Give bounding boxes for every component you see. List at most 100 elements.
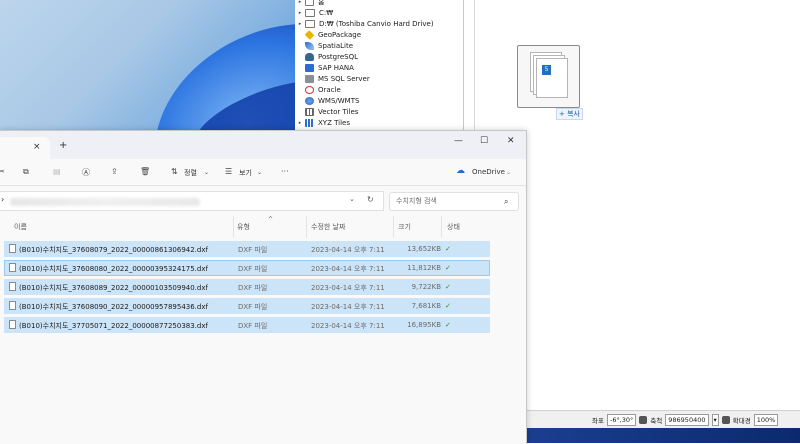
column-header-size[interactable]: 크기	[398, 222, 411, 232]
column-divider[interactable]	[393, 216, 394, 238]
browser-item-label: 홈	[318, 0, 325, 6]
file-row[interactable]: (B010)수치지도_37608090_2022_00000957895436.…	[4, 298, 490, 314]
browser-item-postgresql[interactable]: PostgreSQL	[295, 51, 358, 62]
expand-arrow-icon[interactable]: ▸	[295, 120, 305, 126]
breadcrumb-chevron-icon[interactable]: ›	[1, 195, 4, 204]
spatialite-icon	[305, 41, 314, 50]
file-date: 2023-04-14 오후 7:11	[311, 303, 385, 311]
view-button[interactable]: 보기	[239, 168, 252, 178]
paste-icon[interactable]: ▤	[53, 167, 61, 176]
view-icon[interactable]: ☰	[225, 167, 232, 176]
qgis-browser-panel: ▸ 홈 ▸ C:₩ ▸ D:₩ (Toshiba Canvio Hard Dri…	[295, 0, 464, 133]
copy-icon[interactable]: ⧉	[23, 167, 29, 177]
drive-icon	[305, 8, 315, 17]
chevron-down-icon[interactable]: ⌄	[204, 169, 209, 176]
more-options-button[interactable]: ···	[281, 167, 289, 176]
taskbar	[526, 428, 800, 443]
file-row[interactable]: (B010)수치지도_37608079_2022_00000861306942.…	[4, 241, 490, 257]
browser-item-mssql[interactable]: MS SQL Server	[295, 73, 370, 84]
file-row[interactable]: (B010)수치지도_37705071_2022_00000877250383.…	[4, 317, 490, 333]
synced-check-icon: ✓	[445, 264, 451, 272]
search-input[interactable]: 수치지형 검색 ⌕	[389, 192, 519, 211]
refresh-icon[interactable]: ↻	[367, 195, 374, 204]
browser-item-sap-hana[interactable]: SAP HANA	[295, 62, 354, 73]
browser-item-wms[interactable]: WMS/WMTS	[295, 95, 359, 106]
close-window-button[interactable]: ✕	[507, 136, 515, 146]
rename-icon[interactable]: Ⓐ	[82, 167, 90, 178]
chevron-down-icon[interactable]: ⌄	[506, 169, 511, 176]
expand-arrow-icon[interactable]: ▸	[295, 21, 305, 27]
file-type: DXF 파일	[238, 322, 268, 330]
file-icon	[9, 320, 16, 329]
onedrive-button[interactable]: OneDrive	[472, 168, 505, 176]
sort-icon[interactable]: ⇅	[171, 167, 178, 176]
scale-field[interactable]: 986950400	[665, 413, 709, 426]
browser-item-xyz-tiles[interactable]: ▸ XYZ Tiles	[295, 117, 350, 128]
column-divider[interactable]	[233, 216, 234, 238]
coord-label: 좌표	[592, 416, 604, 425]
sort-button[interactable]: 정렬	[184, 168, 197, 178]
file-size: 13,652KB	[407, 245, 441, 253]
minimize-button[interactable]: —	[454, 136, 463, 146]
maximize-button[interactable]: ☐	[480, 136, 488, 146]
expand-arrow-icon[interactable]: ▸	[295, 0, 305, 5]
drag-count-badge: 5	[542, 65, 551, 75]
synced-check-icon: ✓	[445, 321, 451, 329]
search-placeholder: 수치지형 검색	[396, 197, 437, 205]
column-divider[interactable]	[306, 216, 307, 238]
coord-field[interactable]: -6°,30°	[606, 413, 637, 426]
column-header-type[interactable]: 유형	[237, 222, 250, 232]
magnifier-field[interactable]: 100%	[753, 413, 779, 426]
oracle-icon	[305, 85, 314, 94]
explorer-toolbar: ✂ ⧉ ▤ Ⓐ ⇪ 🗑 ⇅ 정렬 ⌄ ☰ 보기 ⌄ ··· ☁ OneDrive…	[0, 159, 526, 186]
vector-tiles-icon	[305, 107, 314, 116]
chevron-down-icon[interactable]: ⌄	[257, 169, 262, 176]
delete-icon[interactable]: 🗑	[140, 167, 150, 176]
browser-item-spatialite[interactable]: SpatiaLite	[295, 40, 353, 51]
column-header-status[interactable]: 상태	[447, 222, 460, 232]
cut-icon[interactable]: ✂	[0, 167, 5, 176]
file-row[interactable]: (B010)수치지도_37608089_2022_00000103509940.…	[4, 279, 490, 295]
browser-item-d-drive[interactable]: ▸ D:₩ (Toshiba Canvio Hard Drive)	[295, 18, 434, 29]
browser-item-label: PostgreSQL	[318, 52, 358, 61]
scale-dropdown-icon[interactable]: ▾	[711, 413, 719, 426]
address-bar[interactable]: › ⌄ ↻	[0, 191, 384, 211]
copy-hint: + 복사	[556, 108, 583, 120]
lock-icon[interactable]	[721, 415, 730, 424]
browser-item-oracle[interactable]: Oracle	[295, 84, 341, 95]
file-date: 2023-04-14 오후 7:11	[311, 284, 385, 292]
browser-item-c-drive[interactable]: ▸ C:₩	[295, 7, 333, 18]
browser-item-label: SpatiaLite	[318, 41, 354, 50]
column-header-date[interactable]: 수정한 날짜	[311, 222, 345, 232]
xyz-tiles-icon	[305, 118, 314, 127]
close-tab-icon[interactable]: ×	[33, 142, 41, 152]
file-icon	[9, 282, 16, 291]
explorer-tab[interactable]: ×	[0, 137, 50, 159]
file-name: (B010)수치지도_37608089_2022_00000103509940.…	[19, 284, 208, 292]
column-divider[interactable]	[441, 216, 442, 238]
breadcrumb-path[interactable]	[10, 198, 200, 206]
synced-check-icon: ✓	[445, 245, 451, 253]
address-dropdown-icon[interactable]: ⌄	[349, 195, 355, 203]
browser-item-vector-tiles[interactable]: Vector Tiles	[295, 106, 358, 117]
file-size: 9,722KB	[411, 283, 441, 291]
file-type: DXF 파일	[238, 246, 268, 254]
coord-toggle-icon[interactable]	[639, 415, 648, 424]
file-date: 2023-04-14 오후 7:11	[311, 246, 385, 254]
search-icon[interactable]: ⌕	[504, 193, 508, 210]
share-icon[interactable]: ⇪	[111, 167, 118, 176]
column-header-name[interactable]: 이름	[14, 222, 27, 232]
browser-item-home[interactable]: ▸ 홈	[295, 0, 324, 7]
browser-item-geopackage[interactable]: GeoPackage	[295, 29, 361, 40]
browser-item-label: Vector Tiles	[318, 107, 359, 116]
new-tab-icon[interactable]: +	[59, 140, 67, 151]
file-name: (B010)수치지도_37608079_2022_00000861306942.…	[19, 246, 208, 254]
column-headers: 이름 유형 ^ 수정한 날짜 크기 상태	[0, 216, 490, 236]
onedrive-icon[interactable]: ☁	[456, 166, 465, 176]
file-size: 16,895KB	[407, 321, 441, 329]
expand-arrow-icon[interactable]: ▸	[295, 10, 305, 16]
mssql-icon	[305, 74, 314, 83]
file-size: 11,812KB	[407, 264, 441, 272]
wms-icon	[305, 96, 314, 105]
file-row[interactable]: (B010)수치지도_37608080_2022_00000395324175.…	[4, 260, 490, 276]
